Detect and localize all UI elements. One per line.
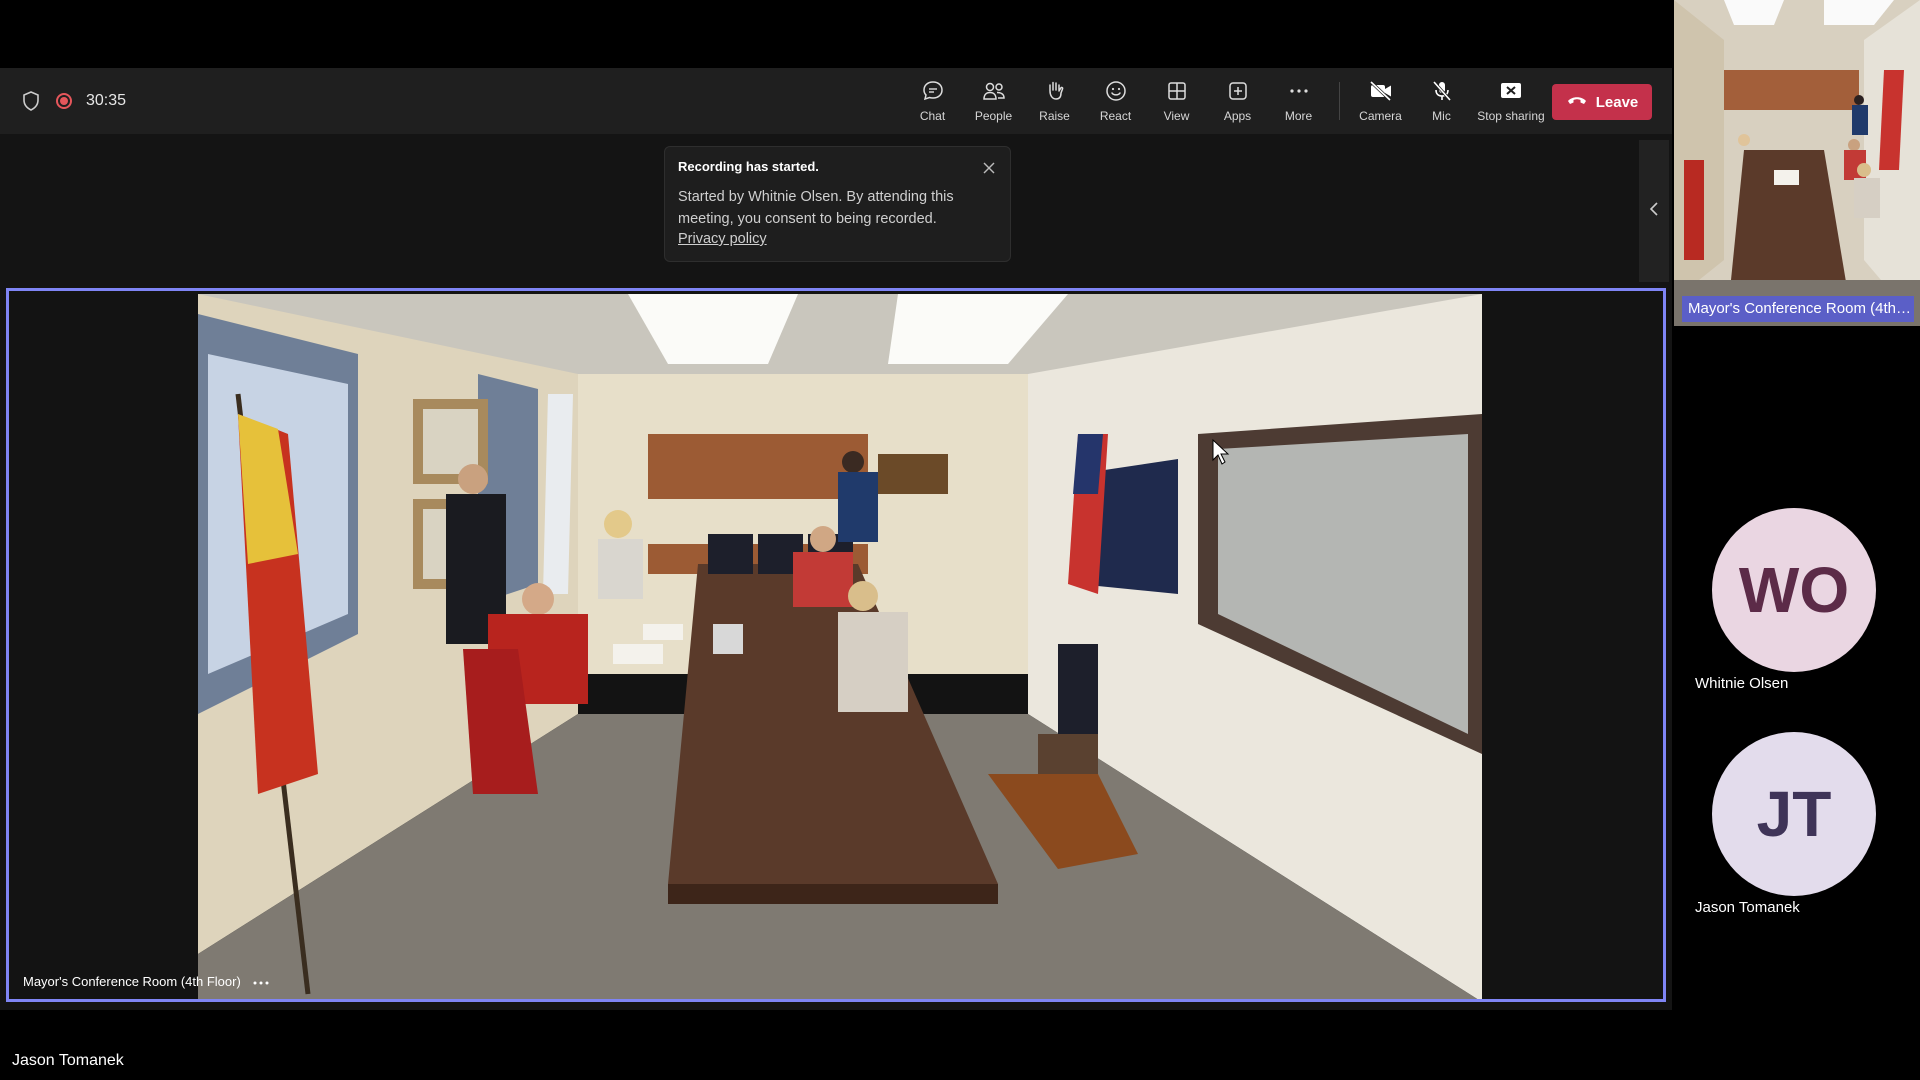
meeting-timer: 30:35 (86, 92, 127, 109)
chat-button[interactable]: Chat (902, 71, 963, 131)
avatar-initials: JT (1756, 778, 1832, 850)
view-button[interactable]: View (1146, 71, 1207, 131)
view-icon (1164, 79, 1190, 103)
notification-title: Recording has started. (678, 159, 819, 174)
raise-hand-icon (1042, 79, 1068, 103)
people-button[interactable]: People (963, 71, 1024, 131)
react-icon (1103, 79, 1129, 103)
camera-off-icon (1368, 79, 1394, 103)
leave-button[interactable]: Leave (1552, 84, 1652, 120)
chat-label: Chat (919, 109, 946, 123)
people-label: People (974, 109, 1013, 123)
toolbar-divider (1339, 82, 1340, 120)
more-label: More (1284, 109, 1313, 123)
raise-label: Raise (1039, 109, 1070, 123)
mic-label: Mic (1432, 109, 1451, 123)
shared-video-stream[interactable]: Mayor's Conference Room (4th Floor) (6, 288, 1666, 1002)
raise-hand-button[interactable]: Raise (1024, 71, 1085, 131)
bottom-caption-name: Jason Tomanek (12, 1052, 124, 1069)
apps-button[interactable]: Apps (1207, 71, 1268, 131)
shield-icon (20, 90, 42, 112)
room-thumbnail-video (1674, 0, 1920, 326)
chevron-left-icon (1648, 200, 1660, 223)
participant-name: Whitnie Olsen (1695, 675, 1789, 692)
mic-off-icon (1429, 79, 1455, 103)
avatar-jason-tomanek[interactable]: JT (1712, 732, 1876, 896)
thumbnail-label: Mayor's Conference Room (4th Floor) (1682, 296, 1914, 322)
react-label: React (1099, 109, 1132, 123)
apps-label: Apps (1223, 109, 1252, 123)
people-icon (981, 79, 1007, 103)
stop-sharing-icon (1498, 79, 1524, 103)
react-button[interactable]: React (1085, 71, 1146, 131)
stream-name: Mayor's Conference Room (4th Floor) (23, 974, 241, 989)
conference-room-video (198, 294, 1482, 999)
participant-name: Jason Tomanek (1695, 899, 1800, 916)
close-icon[interactable] (980, 159, 998, 177)
chat-icon (920, 79, 946, 103)
mic-button[interactable]: Mic (1411, 71, 1472, 131)
apps-icon (1225, 79, 1251, 103)
view-label: View (1163, 109, 1190, 123)
leave-label: Leave (1595, 93, 1639, 111)
recording-notification: Recording has started. Started by Whitni… (664, 146, 1011, 262)
room-thumbnail[interactable]: Mayor's Conference Room (4th Floor) (1674, 0, 1920, 326)
more-icon (1286, 79, 1312, 103)
stream-label: Mayor's Conference Room (4th Floor) (23, 974, 269, 989)
avatar-initials: WO (1738, 554, 1850, 626)
recording-indicator-icon (56, 93, 72, 109)
toolbar-left: 30:35 (20, 68, 126, 134)
stop-sharing-label: Stop sharing (1477, 109, 1545, 123)
more-button[interactable]: More (1268, 71, 1329, 131)
camera-label: Camera (1359, 109, 1402, 123)
meeting-toolbar: 30:35 Chat People Raise React View Apps … (0, 68, 1672, 134)
toolbar-actions: Chat People Raise React View Apps More C… (902, 68, 1550, 134)
stop-sharing-button[interactable]: Stop sharing (1472, 71, 1550, 131)
notification-body: Started by Whitnie Olsen. By attending t… (678, 189, 954, 227)
collapse-panel-tab[interactable] (1639, 140, 1669, 282)
camera-button[interactable]: Camera (1350, 71, 1411, 131)
stream-options-icon[interactable] (253, 974, 269, 989)
avatar-whitnie-olsen[interactable]: WO (1712, 508, 1876, 672)
privacy-policy-link[interactable]: Privacy policy (678, 231, 767, 247)
phone-hangup-icon (1566, 93, 1588, 111)
